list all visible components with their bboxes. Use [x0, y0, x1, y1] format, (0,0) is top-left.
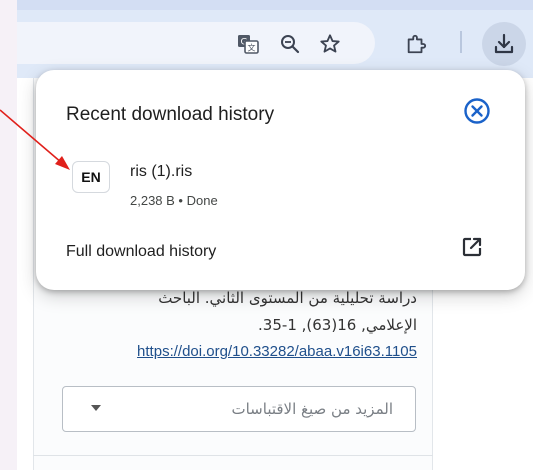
tab-strip-edge	[17, 0, 533, 10]
full-download-history-link[interactable]: Full download history	[66, 243, 216, 261]
left-gutter	[0, 0, 17, 470]
citation-line-2: الإعلامي, 16(63), 1-35.	[258, 316, 417, 334]
card-divider	[33, 455, 433, 456]
more-citation-formats-select[interactable]: المزيد من صيغ الاقتباسات	[62, 386, 416, 432]
citation-doi-line: https://doi.org/10.33282/abaa.v16i63.110…	[137, 343, 417, 360]
zoom-icon[interactable]	[274, 28, 306, 60]
bookmark-star-icon[interactable]	[314, 28, 346, 60]
doi-link[interactable]: https://doi.org/10.33282/abaa.v16i63.110…	[137, 343, 417, 360]
downloads-popup: Recent download history EN ris (1).ris 2…	[36, 70, 525, 290]
dropdown-arrow-icon	[91, 405, 101, 411]
translate-icon[interactable]: G 文	[232, 28, 264, 60]
open-in-new-icon[interactable]	[460, 235, 484, 259]
svg-text:文: 文	[248, 43, 256, 53]
download-file-meta: 2,238 B • Done	[130, 193, 218, 208]
download-file-name[interactable]: ris (1).ris	[130, 163, 192, 181]
extensions-icon[interactable]	[400, 28, 432, 60]
popup-title: Recent download history	[66, 104, 275, 125]
file-type-icon: EN	[72, 161, 110, 193]
download-icon	[494, 33, 514, 54]
toolbar-divider	[460, 31, 462, 53]
citation-line-1: دراسة تحليلية من المستوى الثاني. الباحث	[158, 289, 417, 307]
download-button[interactable]	[482, 22, 526, 66]
close-circle-icon[interactable]	[463, 97, 491, 125]
select-placeholder: المزيد من صيغ الاقتباسات	[231, 400, 393, 418]
